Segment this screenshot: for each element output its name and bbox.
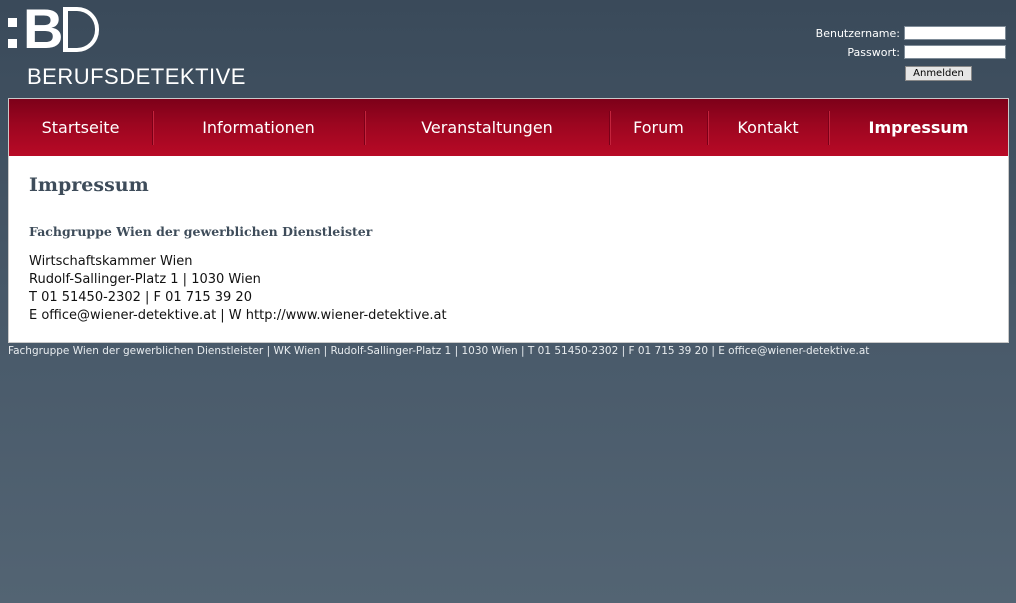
nav-item-impressum[interactable]: Impressum: [829, 111, 1008, 145]
nav-item-informationen[interactable]: Informationen: [153, 110, 365, 145]
organization-title: Fachgruppe Wien der gewerblichen Dienstl…: [29, 224, 373, 239]
username-label: Benutzername:: [815, 26, 900, 40]
password-label: Passwort:: [847, 45, 900, 59]
password-input[interactable]: [904, 45, 1006, 59]
username-input[interactable]: [904, 26, 1006, 40]
site-logo[interactable]: B BERUFSDETEKTIVE: [8, 0, 246, 89]
address-line-phone: T 01 51450-2302 | F 01 715 39 20: [29, 290, 252, 305]
contact-address: Wirtschaftskammer Wien Rudolf-Sallinger-…: [29, 253, 988, 325]
logo-letter-d: [63, 6, 100, 52]
nav-item-veranstaltungen[interactable]: Veranstaltungen: [365, 110, 610, 145]
address-line-street: Rudolf-Sallinger-Platz 1 | 1030 Wien: [29, 272, 261, 287]
username-row: Benutzername:: [816, 26, 1006, 40]
address-line-email-web: E office@wiener-detektive.at | W http://…: [29, 308, 447, 323]
nav-item-forum[interactable]: Forum: [610, 110, 708, 145]
login-form: Benutzername: Passwort: Anmelden: [816, 26, 1006, 86]
address-line-chamber: Wirtschaftskammer Wien: [29, 254, 193, 269]
logo-mark: B: [8, 0, 246, 60]
password-row: Passwort:: [816, 45, 1006, 59]
logo-colon: [8, 18, 17, 48]
login-button-row: Anmelden: [816, 64, 1006, 81]
nav-item-startseite[interactable]: Startseite: [9, 110, 153, 145]
footer-text: Fachgruppe Wien der gewerblichen Dienstl…: [8, 345, 870, 357]
page-title: Impressum: [29, 174, 149, 196]
nav-item-kontakt[interactable]: Kontakt: [708, 110, 829, 145]
main-navigation: Startseite Informationen Veranstaltungen…: [8, 98, 1009, 156]
login-button[interactable]: Anmelden: [905, 66, 972, 81]
main-content: Impressum Fachgruppe Wien der gewerblich…: [8, 156, 1009, 343]
logo-letter-b: B: [23, 0, 63, 60]
logo-subtitle: BERUFSDETEKTIVE: [27, 64, 246, 89]
